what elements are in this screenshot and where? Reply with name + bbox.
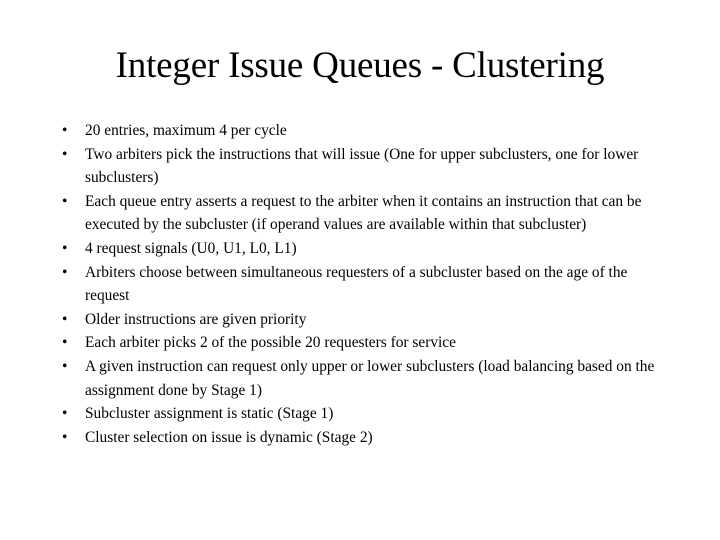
list-item-text: Arbiters choose between simultaneous req… (85, 263, 628, 305)
bullet-point-icon: • (62, 357, 68, 375)
list-item: • Each queue entry asserts a request to … (56, 190, 660, 237)
list-item: • Arbiters choose between simultaneous r… (56, 261, 660, 308)
list-item-text: Each arbiter picks 2 of the possible 20 … (85, 334, 456, 352)
bullet-point-icon: • (62, 239, 68, 257)
bullet-point-icon: • (62, 310, 68, 328)
list-item: • A given instruction can request only u… (56, 355, 660, 402)
slide-body: • 20 entries, maximum 4 per cycle • Two … (56, 119, 660, 449)
list-item: • Subcluster assignment is static (Stage… (56, 402, 660, 426)
list-item: • 20 entries, maximum 4 per cycle (56, 119, 660, 143)
list-item-text: Cluster selection on issue is dynamic (S… (85, 428, 373, 446)
bullet-point-icon: • (62, 334, 68, 352)
bullet-point-icon: • (62, 145, 68, 163)
list-item-text: A given instruction can request only upp… (85, 357, 655, 399)
list-item: • Older instructions are given priority (56, 308, 660, 332)
bullet-point-icon: • (62, 263, 68, 281)
list-item: • Cluster selection on issue is dynamic … (56, 426, 660, 450)
page-title: Integer Issue Queues - Clustering (115, 45, 605, 86)
bullet-point-icon: • (62, 405, 68, 423)
presentation-slide: Integer Issue Queues - Clustering • 20 e… (0, 0, 720, 540)
list-item-text: 4 request signals (U0, U1, L0, L1) (85, 239, 297, 257)
bullet-point-icon: • (62, 428, 68, 446)
list-item-text: Two arbiters pick the instructions that … (85, 145, 639, 187)
list-item-text: Older instructions are given priority (85, 310, 307, 328)
bullet-point-icon: • (62, 192, 68, 210)
list-item: • Each arbiter picks 2 of the possible 2… (56, 331, 660, 355)
list-item: • Two arbiters pick the instructions tha… (56, 143, 660, 190)
list-item: • 4 request signals (U0, U1, L0, L1) (56, 237, 660, 261)
list-item-text: Each queue entry asserts a request to th… (85, 192, 642, 234)
bullet-point-icon: • (62, 122, 68, 139)
bullet-list: • 20 entries, maximum 4 per cycle • Two … (56, 119, 660, 449)
list-item-text: 20 entries, maximum 4 per cycle (85, 122, 287, 139)
list-item-text: Subcluster assignment is static (Stage 1… (85, 405, 334, 423)
